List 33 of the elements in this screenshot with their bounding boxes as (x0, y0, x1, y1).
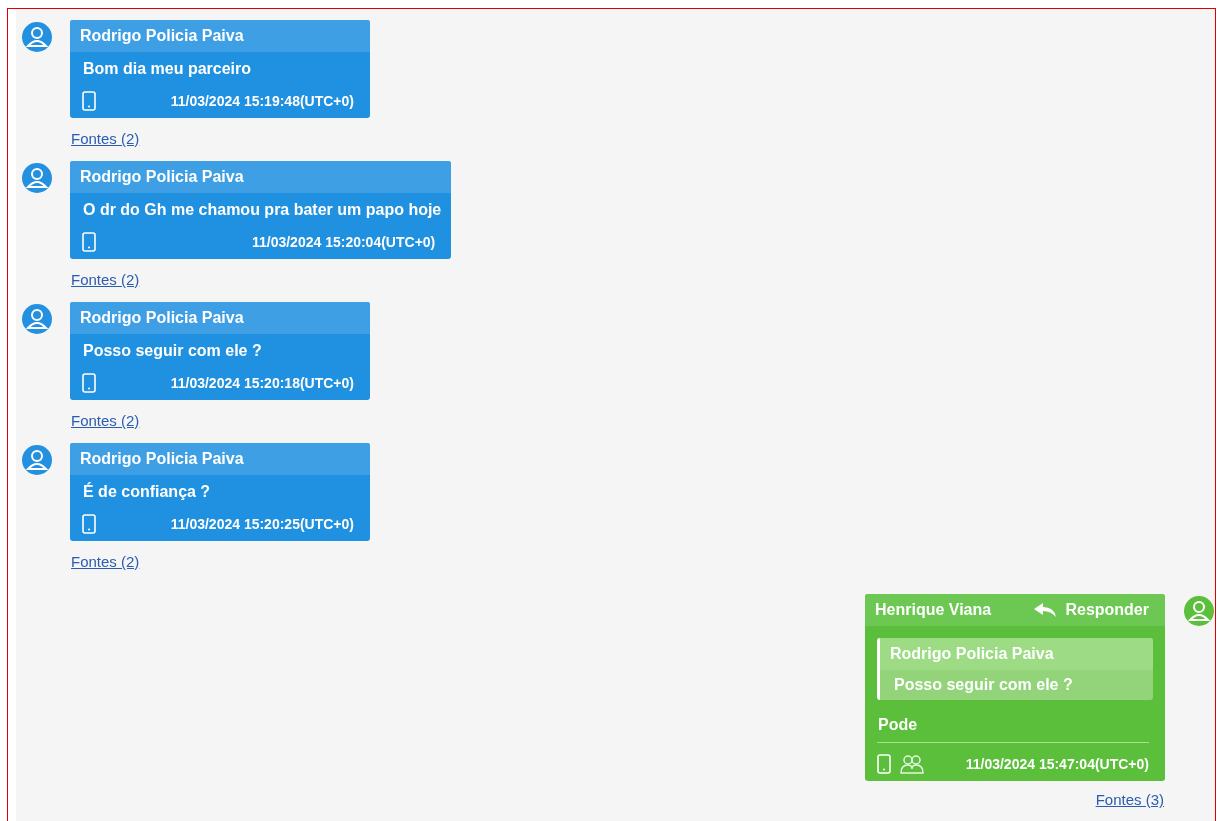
quoted-text: Posso seguir com ele ? (893, 675, 1074, 695)
phone-icon (82, 373, 96, 393)
sources-link[interactable]: Fontes (3) (1095, 791, 1164, 808)
message-text: Bom dia meu parceiro (82, 59, 253, 79)
sender-name: Rodrigo Policia Paiva (80, 309, 244, 327)
message-timestamp: 11/03/2024 15:47:04(UTC+0) (964, 756, 1149, 772)
message-timestamp: 11/03/2024 15:20:25(UTC+0) (169, 516, 354, 532)
phone-icon (82, 232, 96, 252)
message-timestamp: 11/03/2024 15:19:48(UTC+0) (169, 93, 354, 109)
message-text: Posso seguir com ele ? (82, 341, 263, 361)
message-text: Pode (877, 715, 919, 735)
phone-icon (877, 754, 891, 774)
message-text: É de confiança ? (82, 481, 212, 502)
sources-link[interactable]: Fontes (2) (71, 412, 140, 429)
sender-name: Henrique Viana (875, 601, 992, 619)
sources-link[interactable]: Fontes (2) (71, 271, 140, 288)
phone-icon (82, 514, 96, 534)
group-icon (899, 753, 925, 775)
message-text: O dr do Gh me chamou pra bater um papo hoje (82, 200, 443, 220)
message-timestamp: 11/03/2024 15:20:04(UTC+0) (250, 234, 436, 250)
sources-link[interactable]: Fontes (2) (71, 553, 140, 570)
avatar-icon (22, 22, 52, 52)
avatar-icon (22, 163, 52, 193)
sources-link[interactable]: Fontes (2) (71, 130, 140, 147)
sender-name: Rodrigo Policia Paiva (80, 168, 244, 186)
message-timestamp: 11/03/2024 15:20:18(UTC+0) (169, 375, 354, 391)
quoted-sender: Rodrigo Policia Paiva (880, 638, 1153, 670)
avatar-icon (22, 445, 52, 475)
sender-name: Rodrigo Policia Paiva (80, 27, 244, 45)
phone-icon (82, 91, 96, 111)
avatar-icon (22, 304, 52, 334)
reply-icon (1033, 602, 1058, 618)
sender-name: Rodrigo Policia Paiva (80, 450, 244, 468)
